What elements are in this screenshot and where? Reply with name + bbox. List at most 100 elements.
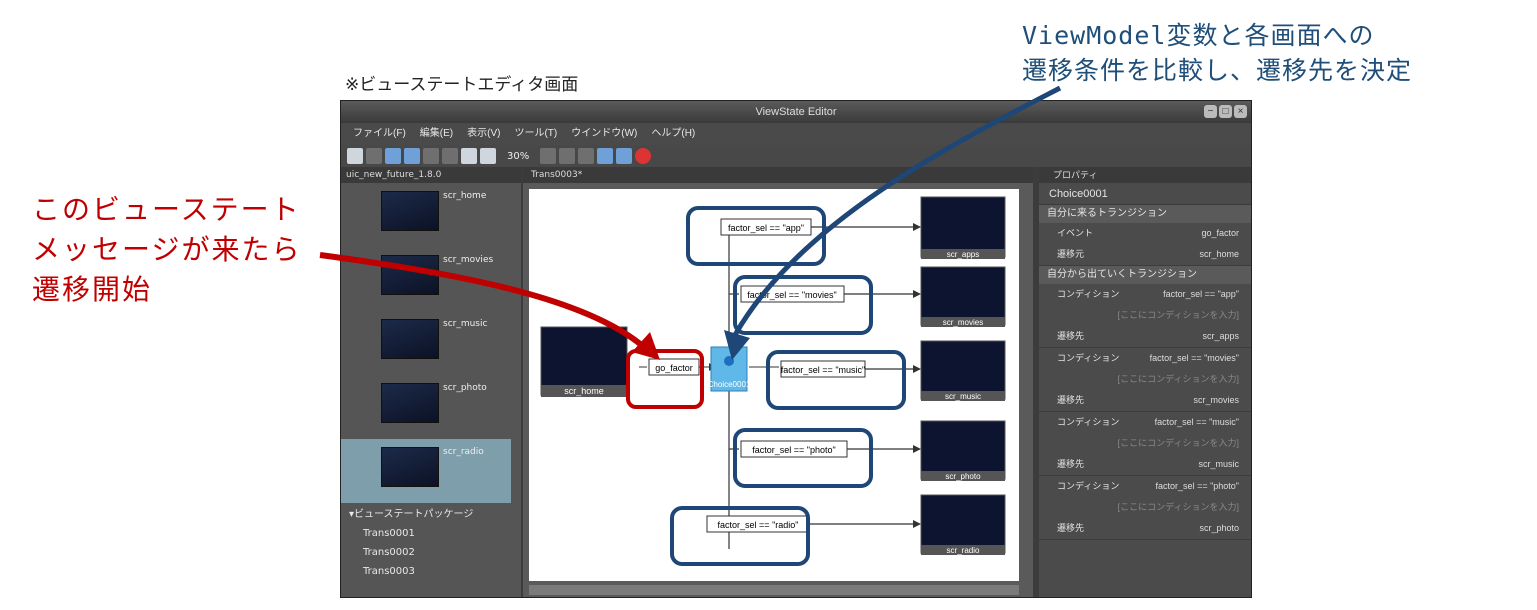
canvas[interactable]: scr_home go_factor Choice0001 factor_sel…	[529, 189, 1019, 581]
condition-label: factor_sel == "app"	[728, 223, 804, 233]
menu-help[interactable]: ヘルプ(H)	[651, 123, 695, 145]
destination-row[interactable]: 遷移先 scr_movies	[1039, 390, 1251, 411]
screen-label: scr_home	[443, 191, 487, 201]
close-icon[interactable]: ×	[1234, 105, 1247, 118]
horizontal-scrollbar[interactable]	[529, 585, 1019, 595]
fit-icon[interactable]	[540, 148, 557, 164]
zoom-out-icon[interactable]	[461, 148, 477, 164]
trigger-label: go_factor	[655, 363, 693, 373]
outgoing-header: 自分から出ていくトランジション	[1039, 266, 1251, 284]
condition-input[interactable]: [ここにコンディションを入力]	[1039, 369, 1251, 390]
zoom-in-icon[interactable]	[480, 148, 496, 164]
screen-label: scr_movies	[443, 255, 494, 265]
undo-icon[interactable]	[423, 148, 439, 164]
target-label: scr_photo	[945, 472, 981, 481]
list-item[interactable]: scr_photo	[341, 375, 511, 439]
properties-panel: プロパティ Choice0001 自分に来るトランジション イベント go_fac…	[1039, 167, 1251, 597]
tab-project[interactable]: uic_new_future_1.8.0	[341, 167, 521, 183]
condition-row[interactable]: コンディション factor_sel == "app"	[1039, 284, 1251, 305]
viewstate-editor-window: ViewState Editor − □ × ファイル(F) 編集(E) 表示(…	[340, 100, 1252, 598]
condition-input[interactable]: [ここにコンディションを入力]	[1039, 305, 1251, 326]
condition-label: factor_sel == "radio"	[718, 520, 799, 530]
new-file-icon[interactable]	[347, 148, 363, 164]
destination-row[interactable]: 遷移先 scr_photo	[1039, 518, 1251, 539]
annotation-viewmodel-note: ViewModel変数と各画面への 遷移条件を比較し、遷移先を決定	[1022, 18, 1412, 88]
window-title: ViewState Editor	[755, 106, 837, 118]
grid-icon[interactable]	[559, 148, 576, 164]
tab-trans0003[interactable]: Trans0003*	[523, 167, 1033, 183]
menu-edit[interactable]: 編集(E)	[420, 123, 453, 145]
menu-view[interactable]: 表示(V)	[467, 123, 500, 145]
screen-thumbnail	[381, 191, 439, 231]
menu-file[interactable]: ファイル(F)	[353, 123, 406, 145]
condition-row[interactable]: コンディション factor_sel == "music"	[1039, 412, 1251, 433]
condition-input[interactable]: [ここにコンディションを入力]	[1039, 497, 1251, 518]
save-icon[interactable]	[385, 148, 401, 164]
condition-label: factor_sel == "music"	[781, 365, 865, 375]
zoom-level[interactable]: 30%	[507, 151, 529, 162]
screen-list: scr_home scr_movies scr_music scr_photo …	[341, 183, 521, 513]
list-item[interactable]: scr_movies	[341, 247, 511, 311]
node-target-screens: scr_apps scr_movies scr_music scr_photo …	[920, 196, 1006, 555]
screen-list-panel: uic_new_future_1.8.0 scr_home scr_movies…	[341, 167, 521, 597]
screen-thumbnail	[381, 255, 439, 295]
target-label: scr_movies	[943, 318, 983, 327]
title-bar: ViewState Editor − □ ×	[341, 101, 1251, 123]
annotation-trigger-note: このビューステート メッセージが来たら 遷移開始	[32, 190, 301, 310]
annotation-left-line1: このビューステート	[32, 193, 301, 226]
list-item[interactable]: scr_music	[341, 311, 511, 375]
maximize-icon[interactable]: □	[1219, 105, 1232, 118]
annotation-top-line1: ViewModel変数と各画面への	[1022, 21, 1375, 50]
package-tree: ▾ビューステートパッケージ Trans0001 Trans0002 Trans0…	[349, 505, 473, 581]
package-header[interactable]: ▾ビューステートパッケージ	[349, 505, 473, 524]
condition-row[interactable]: コンディション factor_sel == "photo"	[1039, 476, 1251, 497]
annotation-top-line2: 遷移条件を比較し、遷移先を決定	[1022, 56, 1413, 85]
choice-label: Choice0001	[708, 380, 751, 389]
destination-row[interactable]: 遷移先 scr_music	[1039, 454, 1251, 475]
delete-icon[interactable]	[635, 148, 652, 164]
node-source-label: scr_home	[564, 386, 604, 396]
property-row: イベント go_factor	[1057, 228, 1239, 238]
screen-thumbnail	[381, 383, 439, 423]
screen-label: scr_music	[443, 319, 488, 329]
layout-icon[interactable]	[578, 148, 595, 164]
package-item[interactable]: Trans0001	[349, 524, 473, 543]
condition-label: factor_sel == "photo"	[752, 445, 835, 455]
redo-icon[interactable]	[442, 148, 458, 164]
save-all-icon[interactable]	[404, 148, 420, 164]
property-row: 遷移元 scr_home	[1057, 249, 1239, 259]
condition-row[interactable]: コンディション factor_sel == "movies"	[1039, 348, 1251, 369]
comment-icon[interactable]	[616, 148, 633, 164]
menu-bar: ファイル(F) 編集(E) 表示(V) ツール(T) ウインドウ(W) ヘルプ(…	[341, 123, 1251, 145]
package-item[interactable]: Trans0003	[349, 562, 473, 581]
target-label: scr_radio	[947, 546, 980, 555]
incoming-header: 自分に来るトランジション	[1039, 205, 1251, 223]
menu-window[interactable]: ウインドウ(W)	[571, 123, 637, 145]
list-item[interactable]: scr_radio	[341, 439, 511, 503]
network-icon[interactable]	[597, 148, 614, 164]
annotation-left-line2: メッセージが来たら	[32, 233, 302, 266]
package-item[interactable]: Trans0002	[349, 543, 473, 562]
toolbar: 30%	[341, 145, 1251, 167]
menu-tools[interactable]: ツール(T)	[514, 123, 557, 145]
screen-label: scr_photo	[443, 383, 487, 393]
caption: ※ビューステートエディタ画面	[345, 75, 579, 95]
target-label: scr_apps	[947, 250, 979, 259]
transition-editor: Trans0003* scr_home go_factor Choice0001…	[523, 167, 1033, 597]
screen-thumbnail	[381, 447, 439, 487]
condition-label: factor_sel == "movies"	[747, 290, 836, 300]
open-folder-icon[interactable]	[366, 148, 382, 164]
destination-row[interactable]: 遷移先 scr_apps	[1039, 326, 1251, 347]
screen-thumbnail	[381, 319, 439, 359]
condition-input[interactable]: [ここにコンディションを入力]	[1039, 433, 1251, 454]
node-source-screen: scr_home	[540, 326, 628, 397]
properties-title: Choice0001	[1039, 183, 1251, 205]
screen-label: scr_radio	[443, 447, 484, 457]
list-item[interactable]: scr_home	[341, 183, 511, 247]
window-controls: − □ ×	[1204, 105, 1247, 118]
transition-diagram: scr_home go_factor Choice0001 factor_sel…	[540, 196, 1006, 555]
tab-properties[interactable]: プロパティ	[1039, 167, 1251, 183]
annotation-left-line3: 遷移開始	[32, 273, 153, 306]
target-label: scr_music	[945, 392, 981, 401]
minimize-icon[interactable]: −	[1204, 105, 1217, 118]
